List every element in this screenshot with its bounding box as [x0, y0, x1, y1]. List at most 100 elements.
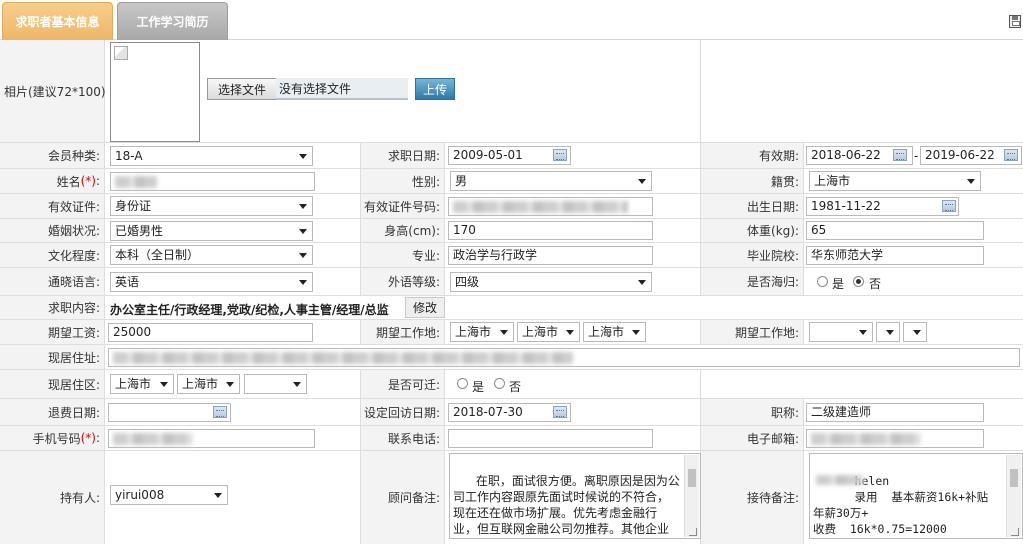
tab-basic-info[interactable]: 求职者基本信息 [2, 2, 113, 40]
native-place-label: 籍贯: [701, 169, 804, 193]
title-input[interactable]: 二级建造师 [806, 403, 984, 422]
school-label: 毕业院校: [701, 243, 804, 267]
returnee-label: 是否海归: [701, 268, 804, 295]
photo-preview [110, 42, 200, 142]
row-district: 现居住区: 上海市 上海市 是否可迁: 是 否 [0, 370, 1023, 399]
relocate-yes-label: 是 [472, 380, 485, 394]
broken-image-icon [114, 46, 128, 60]
name-label: 姓名 (*): [0, 169, 105, 193]
expected-location2-label: 期望工作地: [701, 320, 804, 344]
id-type-label: 有效证件: [0, 194, 105, 218]
reception-note-textarea[interactable]: helen 录用 基本薪资16k+补贴 年薪30万+ 收费 16k*0.75=1… [809, 453, 1023, 539]
row-address: 现居住址: [0, 345, 1023, 370]
scrollbar[interactable] [684, 455, 699, 537]
id-type-select[interactable]: 身份证 [110, 196, 313, 216]
job-content-label: 求职内容: [0, 296, 105, 319]
row-member-type: 会员种类: 18-A 求职日期: 2009-05-01 有效期: 2018-06… [0, 143, 1023, 169]
apply-date-label: 求职日期: [361, 143, 445, 168]
modify-button[interactable]: 修改 [405, 297, 445, 318]
valid-period-separator: - [914, 149, 919, 163]
expected-province-select[interactable]: 上海市 [450, 322, 514, 342]
major-input[interactable]: 政治学与行政学 [448, 246, 653, 265]
required-mark: (*) [80, 174, 96, 188]
returnee-yes-radio[interactable] [817, 276, 828, 287]
calendar-icon[interactable] [213, 406, 227, 418]
relocate-no-radio[interactable] [494, 378, 505, 389]
mobile-label: 手机号码 (*): [0, 426, 105, 450]
birth-date-label: 出生日期: [701, 194, 804, 218]
title-label: 职称: [701, 399, 804, 425]
refund-date-label: 退费日期: [0, 399, 105, 425]
row-marital: 婚姻状况: 已婚男性 身高(cm): 170 体重(kg): 65 [0, 219, 1023, 243]
photo-label: 相片(建议72*100): [0, 40, 110, 142]
row-photo: 相片(建议72*100): 选择文件 没有选择文件 上传 [0, 40, 1023, 143]
address-label: 现居住址: [0, 345, 105, 369]
id-number-label: 有效证件号码: [361, 194, 445, 218]
row-job-content: 求职内容: 办公室主任/行政经理,党政/纪检,人事主管/经理/总监 修改 [0, 296, 1023, 320]
reception-note-label: 接待备注: [701, 451, 804, 544]
holder-select[interactable]: yirui008 [110, 485, 228, 505]
expected-city-select[interactable]: 上海市 [517, 322, 580, 342]
marital-select[interactable]: 已婚男性 [110, 221, 313, 241]
district-area-select[interactable] [244, 374, 307, 394]
height-label: 身高(cm): [361, 219, 445, 242]
native-place-select[interactable]: 上海市 [809, 171, 981, 191]
height-input[interactable]: 170 [448, 221, 653, 240]
calendar-icon[interactable] [553, 406, 567, 418]
row-expected: 期望工资: 25000 期望工作地: 上海市 上海市 上海市 期望工作地: [0, 320, 1023, 345]
expected-location-label: 期望工作地: [361, 320, 445, 344]
weight-input[interactable]: 65 [806, 221, 984, 240]
birth-date-input[interactable]: 1981-11-22 [806, 197, 959, 216]
calendar-icon[interactable] [1004, 149, 1018, 161]
phone-input[interactable] [448, 429, 653, 448]
school-input[interactable]: 华东师范大学 [806, 246, 984, 265]
returnee-no-radio[interactable] [853, 276, 864, 287]
expected-salary-label: 期望工资: [0, 320, 105, 344]
job-content-text: 办公室主任/行政经理,党政/纪检,人事主管/经理/总监 [110, 303, 389, 317]
tab-bar: 求职者基本信息 工作学习简历 [0, 0, 1023, 40]
row-id: 有效证件: 身份证 有效证件号码: 出生日期: 1981-11-22 [0, 194, 1023, 219]
weight-label: 体重(kg): [701, 219, 804, 242]
major-label: 专业: [361, 243, 445, 267]
upload-button[interactable]: 上传 [415, 78, 455, 100]
redacted-name [115, 176, 157, 188]
expected2-district-select[interactable] [903, 322, 927, 342]
no-file-chosen-text: 没有选择文件 [276, 78, 408, 100]
expected-salary-input[interactable]: 25000 [108, 323, 313, 342]
returnee-no-label: 否 [869, 277, 882, 291]
gender-select[interactable]: 男 [450, 171, 652, 191]
row-dates: 退费日期: 设定回访日期: 2018-07-30 职称: 二级建造师 [0, 399, 1023, 426]
scrollbar[interactable] [1006, 455, 1021, 537]
consultant-note-textarea[interactable]: 在职，面试很方便。离职原因是因为公司工作内容跟原先面试时候说的不符合，现在还在做… [449, 453, 701, 539]
expected2-city-select[interactable] [876, 322, 900, 342]
photo-cell: 选择文件 没有选择文件 上传 [105, 40, 701, 142]
consultant-note-label: 顾问备注: [361, 451, 445, 544]
redacted-email [811, 433, 921, 445]
save-icon[interactable] [1009, 15, 1021, 28]
expected2-province-select[interactable] [809, 322, 873, 342]
relocate-yes-radio[interactable] [457, 378, 468, 389]
photo-right-cell [701, 40, 1023, 142]
resize-grip-icon[interactable] [1011, 528, 1019, 536]
tab-work-study-resume[interactable]: 工作学习简历 [117, 2, 228, 40]
district-label: 现居住区: [0, 370, 105, 398]
district-province-select[interactable]: 上海市 [110, 374, 174, 394]
education-select[interactable]: 本科（全日制） [110, 245, 313, 265]
row-language: 通晓语言: 英语 外语等级: 四级 是否海归: 是 否 [0, 268, 1023, 296]
relocate-no-label: 否 [509, 380, 522, 394]
expected-district-select[interactable]: 上海市 [583, 322, 646, 342]
row-name: 姓名 (*): 性别: 男 籍贯: 上海市 [0, 169, 1023, 194]
calendar-icon[interactable] [893, 149, 907, 161]
resize-grip-icon[interactable] [689, 528, 697, 536]
relocate-label: 是否可迁: [361, 370, 445, 398]
member-type-select[interactable]: 18-A [110, 146, 313, 166]
foreign-level-select[interactable]: 四级 [450, 272, 652, 292]
calendar-icon[interactable] [942, 200, 956, 212]
language-select[interactable]: 英语 [110, 272, 313, 292]
language-label: 通晓语言: [0, 268, 105, 295]
marital-label: 婚姻状况: [0, 219, 105, 242]
district-city-select[interactable]: 上海市 [177, 374, 240, 394]
redacted-mobile [113, 433, 193, 445]
choose-file-button[interactable]: 选择文件 [207, 78, 277, 100]
calendar-icon[interactable] [553, 149, 567, 161]
